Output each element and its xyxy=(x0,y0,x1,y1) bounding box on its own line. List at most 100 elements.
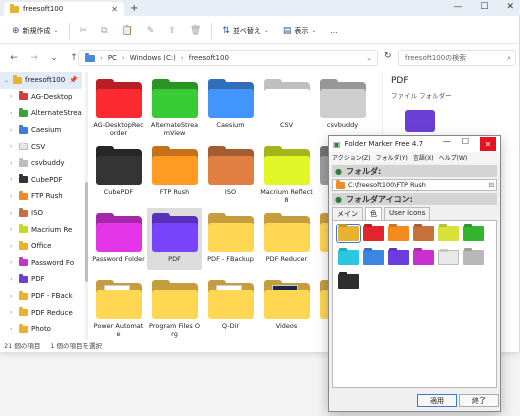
menu-action[interactable]: アクション(Z) xyxy=(332,153,371,162)
search-box[interactable]: freesoft100の検索 ⌕ xyxy=(398,50,516,66)
sidebar-item[interactable]: › PDF xyxy=(0,271,82,288)
sidebar-item[interactable]: › ISO xyxy=(0,205,82,222)
folder-item[interactable]: AG-DesktopRecorder xyxy=(91,74,146,137)
chevron-right-icon[interactable]: › xyxy=(10,110,16,117)
chevron-right-icon[interactable]: › xyxy=(10,243,16,250)
chevron-right-icon[interactable]: › xyxy=(10,309,16,316)
folder-item[interactable]: PDF xyxy=(147,208,202,270)
color-swatch[interactable] xyxy=(336,224,361,243)
apply-button[interactable]: 適用 xyxy=(417,394,457,407)
view-button[interactable]: ▤ 表示 ⌄ xyxy=(279,22,321,40)
color-swatch[interactable] xyxy=(388,226,409,241)
folder-item[interactable]: Macrium Reflect 8 xyxy=(259,141,314,204)
sidebar-item[interactable]: ⌄ freesoft100 📌 xyxy=(0,72,82,89)
folder-item[interactable]: Caesium xyxy=(203,74,258,136)
share-button[interactable]: ⇪ xyxy=(164,22,180,40)
sidebar-item[interactable]: › Macrium Re xyxy=(0,221,82,238)
folder-item[interactable]: ISO xyxy=(203,141,258,203)
menu-language[interactable]: 言語(X) xyxy=(413,153,434,162)
color-swatch[interactable] xyxy=(413,226,434,241)
color-swatch[interactable] xyxy=(413,250,434,265)
chevron-right-icon[interactable]: › xyxy=(10,210,16,217)
menu-help[interactable]: ヘルプ(W) xyxy=(439,153,468,162)
tab-color[interactable]: 色 xyxy=(365,207,382,220)
chevron-right-icon[interactable]: › xyxy=(10,293,16,300)
chevron-right-icon[interactable]: › xyxy=(10,276,16,283)
tab-user-icons[interactable]: User icons xyxy=(384,207,431,220)
minimize-icon[interactable]: — xyxy=(443,137,451,151)
recent-locations-icon[interactable]: ⌄ xyxy=(48,53,60,63)
more-button[interactable]: … xyxy=(326,22,341,40)
sidebar-item[interactable]: › AG-Desktop xyxy=(0,89,82,106)
new-tab-button[interactable]: + xyxy=(130,3,138,14)
chevron-right-icon[interactable]: › xyxy=(10,93,16,100)
color-swatch[interactable] xyxy=(463,226,484,241)
minimize-icon[interactable]: — xyxy=(453,2,462,12)
sidebar-item[interactable]: › PDF - FBack xyxy=(0,288,82,305)
folder-item[interactable]: CubePDF xyxy=(91,141,146,203)
copy-button[interactable]: ⧉ xyxy=(97,22,111,40)
color-swatch[interactable] xyxy=(338,250,359,265)
color-swatch[interactable] xyxy=(438,250,459,265)
chevron-down-icon[interactable]: ⌄ xyxy=(4,77,10,84)
tab-main[interactable]: メイン xyxy=(332,207,363,220)
sidebar-item[interactable]: › Caesium xyxy=(0,122,82,139)
sidebar-item[interactable]: › CSV xyxy=(0,138,82,155)
folder-item[interactable]: csvbuddy xyxy=(315,74,370,136)
sidebar-item[interactable]: › csvbuddy xyxy=(0,155,82,172)
folder-item[interactable]: PDF Reducer xyxy=(259,208,314,270)
sidebar-item[interactable]: › AlternateStrea xyxy=(0,105,82,122)
address-dropdown-icon[interactable]: ⌄ xyxy=(366,54,372,62)
close-icon[interactable]: ✕ xyxy=(111,5,118,14)
scrollbar-thumb[interactable] xyxy=(85,182,88,282)
close-window-icon[interactable]: ✕ xyxy=(506,2,514,12)
browse-icon[interactable]: ⊟ xyxy=(489,181,494,189)
new-button[interactable]: ⊕ 新規作成 ⌄ xyxy=(8,22,63,40)
close-icon[interactable]: ✕ xyxy=(480,137,496,151)
folder-item[interactable]: Videos xyxy=(259,275,314,337)
maximize-icon[interactable]: ☐ xyxy=(480,2,488,12)
folder-item[interactable]: Q-Dir xyxy=(203,275,258,337)
menu-folder[interactable]: フォルダ(Y) xyxy=(376,153,408,162)
sidebar-item[interactable]: › CubePDF xyxy=(0,172,82,189)
chevron-right-icon[interactable]: › xyxy=(10,326,16,333)
breadcrumb-drive[interactable]: Windows (C:) xyxy=(130,54,176,62)
chevron-right-icon[interactable]: › xyxy=(10,176,16,183)
folder-item[interactable]: AlternateStreamView xyxy=(147,74,202,137)
sidebar-item[interactable]: › Office xyxy=(0,238,82,255)
color-swatch[interactable] xyxy=(363,250,384,265)
color-swatch[interactable] xyxy=(363,226,384,241)
chevron-right-icon[interactable]: › xyxy=(10,193,16,200)
color-swatch[interactable] xyxy=(463,250,484,265)
chevron-right-icon[interactable]: › xyxy=(10,226,16,233)
folder-item[interactable]: Power Automate xyxy=(91,275,146,338)
forward-icon[interactable]: → xyxy=(28,53,40,63)
sidebar-item[interactable]: › FTP Rush xyxy=(0,188,82,205)
close-button[interactable]: 終了 xyxy=(459,394,499,407)
delete-button[interactable]: 🗑 xyxy=(186,22,205,40)
sidebar-item[interactable]: › Photo xyxy=(0,321,82,338)
folder-item[interactable]: Program Files Org xyxy=(147,275,202,338)
cut-button[interactable]: ✂ xyxy=(76,22,92,40)
navigation-scrollbar[interactable] xyxy=(85,72,88,340)
maximize-icon[interactable]: ☐ xyxy=(462,137,469,151)
back-icon[interactable]: ← xyxy=(8,53,20,63)
chevron-right-icon[interactable]: › xyxy=(10,160,16,167)
folder-item[interactable]: CSV xyxy=(259,74,314,136)
refresh-icon[interactable]: ↻ xyxy=(384,51,392,61)
color-swatch[interactable] xyxy=(388,250,409,265)
chevron-right-icon[interactable]: › xyxy=(10,259,16,266)
sidebar-item[interactable]: › PDF Reduce xyxy=(0,304,82,321)
color-swatch[interactable] xyxy=(438,226,459,241)
chevron-right-icon[interactable]: › xyxy=(10,127,16,134)
color-swatch[interactable] xyxy=(338,274,359,289)
breadcrumb-pc[interactable]: PC xyxy=(108,54,117,62)
breadcrumb-folder[interactable]: freesoft100 xyxy=(189,54,229,62)
folder-item[interactable]: PDF - FBackup xyxy=(203,208,258,270)
folder-item[interactable]: Password Folder xyxy=(91,208,146,270)
folder-path-field[interactable]: C:\freesoft100\FTP Rush ⊟ xyxy=(332,179,497,191)
sidebar-item[interactable]: › Password Fo xyxy=(0,255,82,272)
rename-button[interactable]: ✎ xyxy=(143,22,159,40)
folder-item[interactable]: FTP Rush xyxy=(147,141,202,203)
tab-freesoft100[interactable]: freesoft100 ✕ xyxy=(4,2,124,16)
